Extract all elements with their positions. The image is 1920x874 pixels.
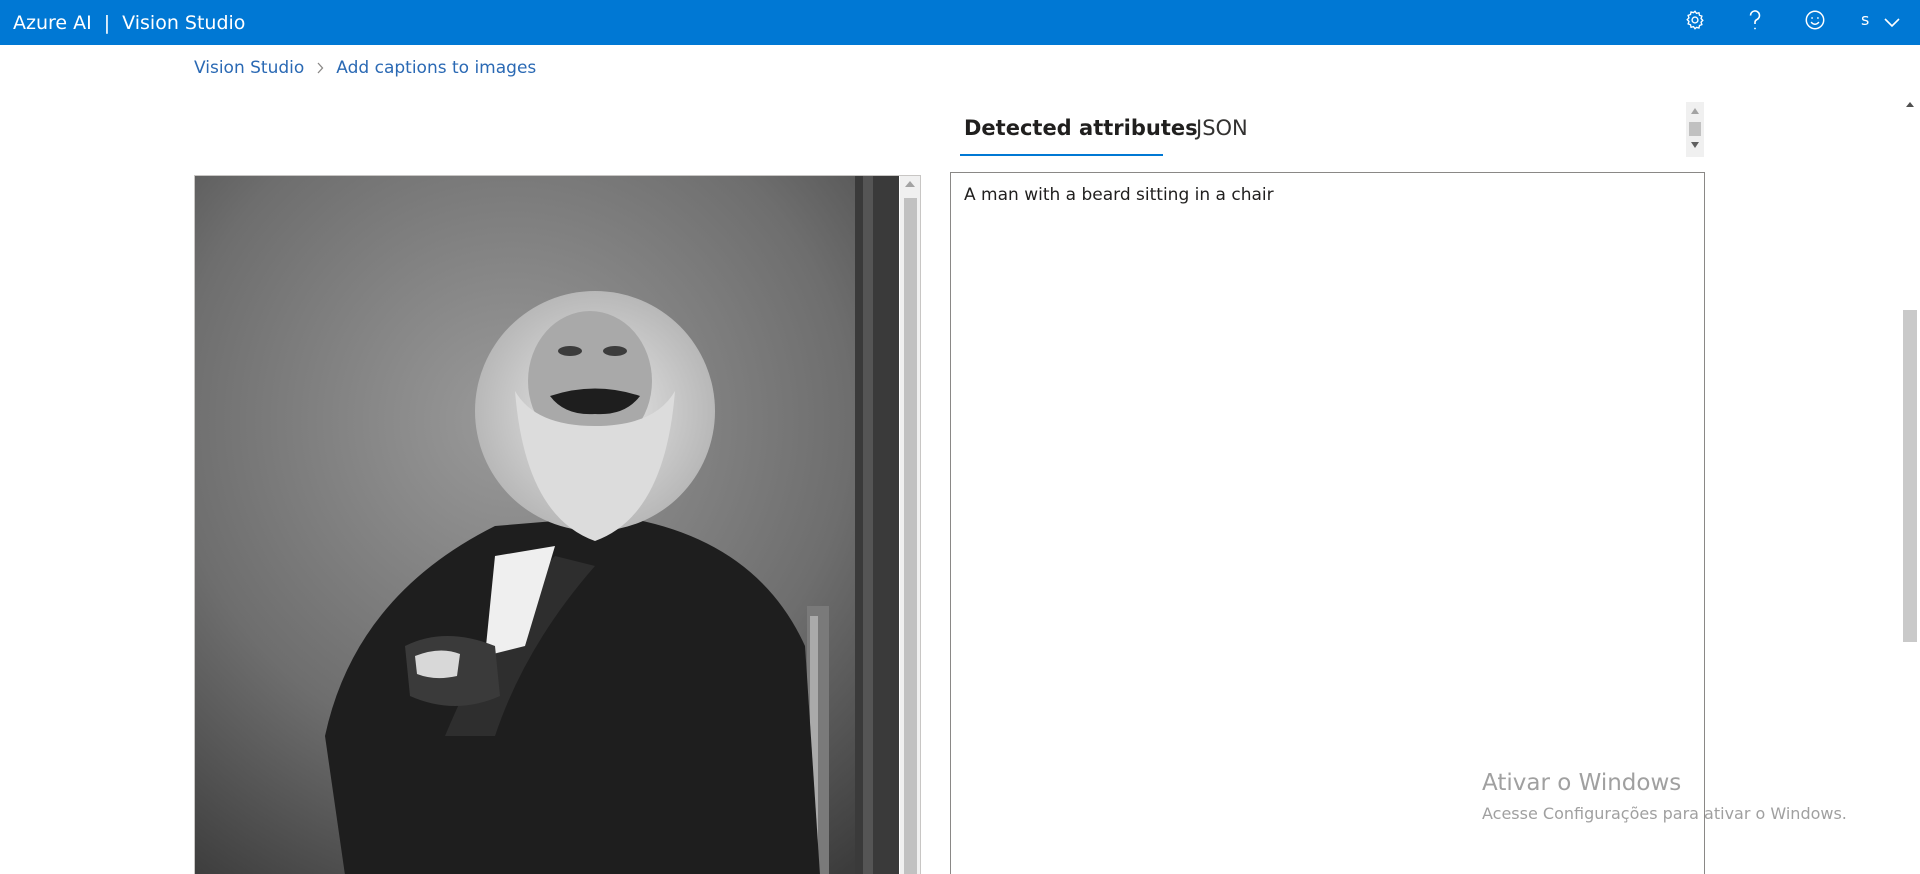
chevron-right-icon <box>316 62 324 74</box>
result-tabs: Detected attributes JSON <box>960 110 1704 158</box>
scroll-down-arrow-icon[interactable] <box>1691 142 1699 148</box>
scrollbar-thumb[interactable] <box>1689 122 1701 136</box>
feedback-smiley-icon <box>1804 9 1826 35</box>
caption-result: A man with a beard sitting in a chair <box>964 185 1274 205</box>
image-preview-panel <box>194 175 921 874</box>
detected-attributes-panel: A man with a beard sitting in a chair <box>950 172 1705 874</box>
gear-icon <box>1684 9 1706 35</box>
scroll-up-arrow-icon[interactable] <box>905 181 915 187</box>
breadcrumb: Vision Studio Add captions to images <box>194 58 536 78</box>
scrollbar-thumb[interactable] <box>904 198 917 874</box>
settings-button[interactable] <box>1681 8 1709 36</box>
windows-activation-subtitle: Acesse Configurações para ativar o Windo… <box>1482 804 1847 823</box>
breadcrumb-vision-studio[interactable]: Vision Studio <box>194 58 304 78</box>
tab-detected-attributes[interactable]: Detected attributes <box>964 116 1198 140</box>
tab-json[interactable]: JSON <box>1196 116 1248 140</box>
scrollbar-thumb[interactable] <box>1903 310 1917 642</box>
portrait-photo <box>195 176 899 874</box>
account-menu-button[interactable] <box>1878 8 1906 36</box>
image-scrollbar[interactable] <box>900 176 920 874</box>
help-button[interactable] <box>1741 8 1769 36</box>
title-separator: | <box>103 11 111 34</box>
active-tab-indicator <box>960 154 1163 156</box>
feedback-button[interactable] <box>1801 8 1829 36</box>
product-name: Vision Studio <box>122 11 246 34</box>
help-icon <box>1744 8 1766 36</box>
breadcrumb-add-captions[interactable]: Add captions to images <box>336 58 536 78</box>
tabs-scrollbar[interactable] <box>1686 102 1704 157</box>
page-scrollbar[interactable] <box>1900 92 1920 874</box>
top-bar: Azure AI | Vision Studio s <box>0 0 1920 45</box>
app-title[interactable]: Azure AI | Vision Studio <box>13 0 245 45</box>
brand-name: Azure AI <box>13 11 92 34</box>
windows-activation-title: Ativar o Windows <box>1482 770 1682 796</box>
scroll-up-arrow-icon[interactable] <box>1691 108 1699 114</box>
chevron-down-icon <box>1883 13 1901 32</box>
user-avatar[interactable]: s <box>1861 10 1869 29</box>
scroll-up-arrow-icon[interactable] <box>1906 102 1914 107</box>
